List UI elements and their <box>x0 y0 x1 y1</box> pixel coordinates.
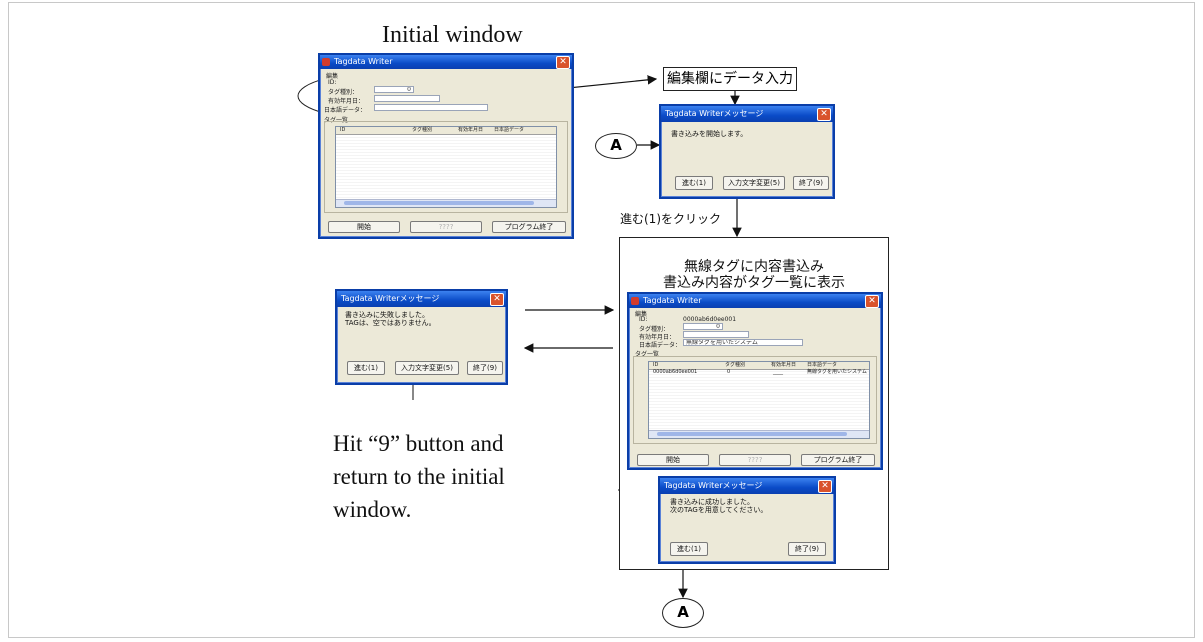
japanese-field[interactable]: 無線タグを用いたシステム <box>683 339 803 346</box>
id-label: ID: <box>639 316 648 323</box>
window-title: Tagdata Writer <box>334 57 393 66</box>
connector-a-top: A <box>595 133 637 159</box>
instruction-line-2: return to the initial <box>333 464 505 489</box>
title-bar: Tagdata Writer ✕ <box>629 294 881 308</box>
tag-type-field[interactable]: 0 <box>374 86 414 93</box>
column-id: ID <box>340 127 346 133</box>
result-caption-2: 書込み内容がタグ一覧に表示 <box>663 275 845 291</box>
window-title: Tagdata Writer <box>643 296 702 305</box>
change-input-button[interactable]: 入力文字変更(5) <box>723 176 785 190</box>
proceed-button[interactable]: 進む(1) <box>675 176 713 190</box>
column-id: ID <box>653 362 659 368</box>
instruction-line-3: window. <box>333 497 412 522</box>
tag-list-group: ID タグ種別 有効年月日 日本語データ <box>324 121 568 213</box>
change-input-button[interactable]: 入力文字変更(5) <box>395 361 459 375</box>
expiry-label: 有効年月日： <box>328 98 365 105</box>
instruction-line-1: Hit “9” button and <box>333 431 504 456</box>
id-value: 0000ab6d0ee001 <box>683 316 737 323</box>
exit-program-button[interactable]: プログラム終了 <box>492 221 566 233</box>
click-proceed-label: 進む(1)をクリック <box>620 212 721 226</box>
expiry-field[interactable] <box>374 95 440 102</box>
end-button[interactable]: 終了(9) <box>467 361 503 375</box>
result-window: Tagdata Writer ✕ 編集 ID: 0000ab6d0ee001 タ… <box>627 292 883 470</box>
horizontal-scrollbar[interactable] <box>336 199 556 207</box>
proceed-button[interactable]: 進む(1) <box>670 542 708 556</box>
column-tag-type: タグ種別 <box>412 127 433 133</box>
id-label: ID: <box>328 79 337 86</box>
horizontal-scrollbar[interactable] <box>649 430 869 438</box>
cell-tag-type: 0 <box>727 369 731 375</box>
window-title: Tagdata Writerメッセージ <box>341 294 440 303</box>
start-message-window: Tagdata Writerメッセージ ✕ 書き込みを開始します。 進む(1) … <box>659 104 835 199</box>
title-bar: Tagdata Writerメッセージ ✕ <box>660 478 834 494</box>
table-row[interactable]: 0000ab6d0ee001 0 ____ 無線タグを用いたシステム <box>649 369 869 376</box>
close-icon[interactable]: ✕ <box>865 295 879 308</box>
japanese-label: 日本語データ： <box>324 107 367 114</box>
tag-list[interactable]: ID タグ種別 有効年月日 日本語データ <box>335 126 557 208</box>
tag-type-label: タグ種別： <box>328 89 359 96</box>
cell-id: 0000ab6d0ee001 <box>653 369 698 375</box>
message-text: 書き込みを開始します。 <box>671 130 748 138</box>
message-line-2: TAGは、空ではありません。 <box>345 319 436 327</box>
success-message-window: Tagdata Writerメッセージ ✕ 書き込みに成功しました。 次のTAG… <box>658 476 836 564</box>
proceed-button[interactable]: 進む(1) <box>347 361 385 375</box>
disabled-button[interactable]: ???? <box>719 454 791 466</box>
initial-window-label: Initial window <box>382 22 523 48</box>
title-bar: Tagdata Writer ✕ <box>320 55 572 69</box>
column-japanese: 日本語データ <box>807 362 838 368</box>
tag-list-group: ID タグ種別 有効年月日 日本語データ 0000ab6d0ee001 0 __… <box>633 356 877 444</box>
end-button[interactable]: 終了(9) <box>793 176 829 190</box>
title-bar: Tagdata Writerメッセージ ✕ <box>661 106 833 122</box>
close-icon[interactable]: ✕ <box>818 480 832 493</box>
column-tag-type: タグ種別 <box>725 362 746 368</box>
fail-message-window: Tagdata Writerメッセージ ✕ 書き込みに失敗しました。 TAGは、… <box>335 289 508 385</box>
window-title: Tagdata Writerメッセージ <box>664 481 763 490</box>
disabled-button[interactable]: ???? <box>410 221 482 233</box>
end-button[interactable]: 終了(9) <box>788 542 826 556</box>
instruction-text: Hit “9” button and return to the initial… <box>333 427 505 526</box>
column-expiry: 有効年月日 <box>771 362 797 368</box>
tag-list-header: ID タグ種別 有効年月日 日本語データ <box>336 127 556 135</box>
app-icon <box>322 58 330 66</box>
cell-japanese: 無線タグを用いたシステム <box>807 369 867 375</box>
japanese-label: 日本語データ： <box>639 342 682 349</box>
column-japanese: 日本語データ <box>494 127 525 133</box>
connector-a-bottom: A <box>662 598 704 628</box>
app-icon <box>631 297 639 305</box>
start-button[interactable]: 開始 <box>637 454 709 466</box>
initial-window: Tagdata Writer ✕ 編集 ID: タグ種別： 0 有効年月日： 日… <box>318 53 574 239</box>
cell-expiry: ____ <box>773 369 783 375</box>
exit-program-button[interactable]: プログラム終了 <box>801 454 875 466</box>
start-button[interactable]: 開始 <box>328 221 400 233</box>
close-icon[interactable]: ✕ <box>556 56 570 69</box>
title-bar: Tagdata Writerメッセージ ✕ <box>337 291 506 307</box>
window-title: Tagdata Writerメッセージ <box>665 109 764 118</box>
message-line-2: 次のTAGを用意してください。 <box>670 506 768 514</box>
close-icon[interactable]: ✕ <box>490 293 504 306</box>
edit-input-box: 編集欄にデータ入力 <box>663 67 797 91</box>
tag-list[interactable]: ID タグ種別 有効年月日 日本語データ 0000ab6d0ee001 0 __… <box>648 361 870 439</box>
expiry-field[interactable] <box>683 331 749 338</box>
close-icon[interactable]: ✕ <box>817 108 831 121</box>
flow-arrows <box>297 70 742 599</box>
column-expiry: 有効年月日 <box>458 127 484 133</box>
japanese-field[interactable] <box>374 104 488 111</box>
tag-type-field[interactable]: 0 <box>683 323 723 330</box>
